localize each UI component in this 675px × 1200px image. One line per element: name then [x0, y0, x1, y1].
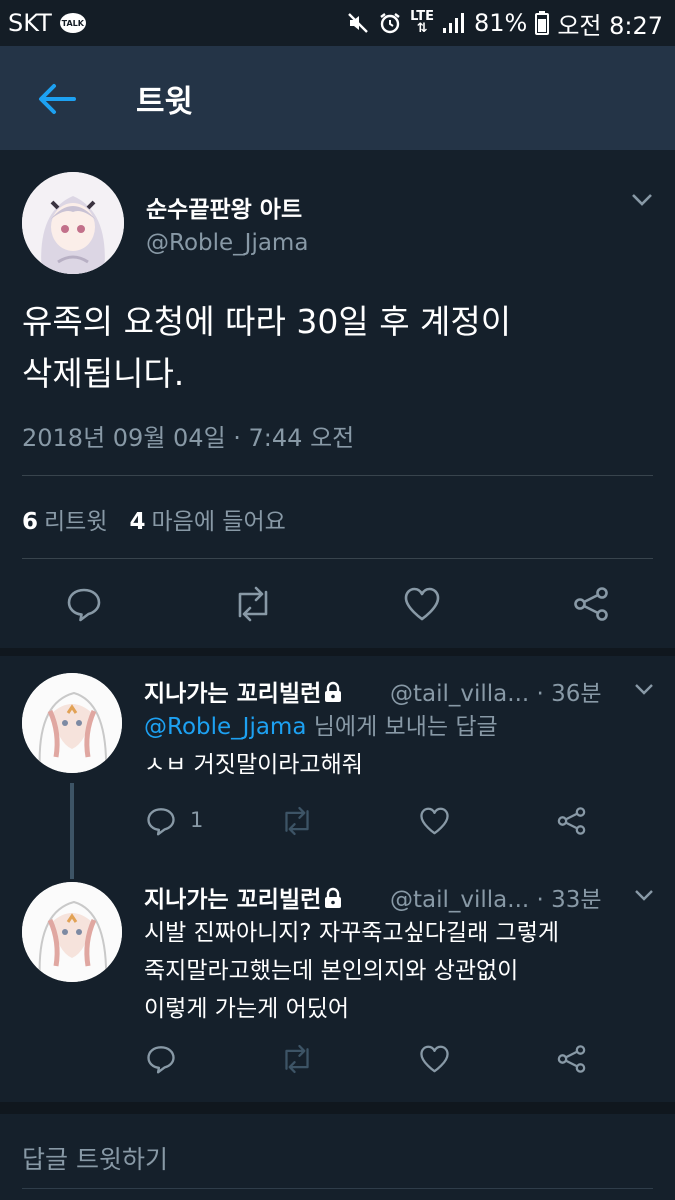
reply-body: ㅅㅂ 거짓말이라고해줘 — [144, 752, 363, 778]
avatar-illustration — [22, 882, 122, 982]
retweet-icon-disabled — [280, 1044, 314, 1074]
top-app-bar: 트윗 — [0, 46, 675, 150]
retweet-stat[interactable]: 6 리트윗 — [22, 502, 108, 536]
like-heart-icon[interactable] — [419, 1044, 450, 1074]
reply-icon[interactable] — [66, 586, 102, 622]
section-separator — [0, 648, 675, 656]
status-bar: SKT TALK LTE ⇅ 81% 오전 8:27 — [0, 0, 675, 46]
page-title: 트윗 — [136, 84, 194, 120]
reply-author-name[interactable]: 지나가는 꼬리빌런 — [144, 880, 347, 914]
share-icon[interactable] — [556, 806, 587, 836]
chevron-down-icon[interactable] — [633, 888, 655, 903]
replying-to-line: @Roble_Jjama 님에게 보내는 답글 — [144, 710, 644, 744]
lock-icon — [323, 681, 343, 703]
share-icon[interactable] — [572, 586, 610, 622]
battery-percent: 81% — [473, 9, 528, 37]
reply-time: · 33분 — [536, 887, 602, 913]
carrier-label: SKT — [8, 9, 52, 37]
reply-avatar[interactable] — [22, 673, 122, 773]
reply-author-name[interactable]: 지나가는 꼬리빌런 — [144, 674, 347, 708]
like-heart-icon[interactable] — [419, 806, 450, 836]
avatar-illustration — [22, 673, 122, 773]
reply-icon[interactable] — [146, 1044, 176, 1074]
talk-badge-label: TALK — [61, 18, 84, 28]
tweet-body: 유족의 요청에 따라 30일 후 계정이 삭제됩니다. — [22, 296, 642, 400]
like-heart-icon[interactable] — [403, 586, 441, 622]
mute-icon — [346, 11, 370, 35]
thread-connector — [70, 783, 74, 879]
kakaotalk-icon: TALK — [59, 13, 86, 33]
reply-text-line: 죽지말라고했는데 본인의지와 상관없이 — [144, 958, 519, 984]
section-separator — [0, 1102, 675, 1114]
retweet-icon-disabled — [280, 806, 314, 836]
divider — [22, 475, 653, 476]
author-handle[interactable]: @Roble_Jjama — [146, 230, 308, 256]
engagement-stats: 6 리트윗 4 마음에 들어요 — [22, 502, 286, 536]
reply-body: 시발 진짜아니지? 자꾸죽고싶다길래 그렇게 죽지말라고했는데 본인의지와 상관… — [144, 914, 659, 1028]
alarm-icon — [378, 11, 402, 35]
network-label: LTE — [410, 9, 434, 24]
replying-to-suffix: 님에게 보내는 답글 — [306, 714, 498, 740]
reply-text-line: 이렇게 가는게 어딨어 — [144, 996, 350, 1022]
divider — [22, 558, 653, 559]
mention-link[interactable]: @Roble_Jjama — [144, 714, 306, 740]
reply-handle[interactable]: @tail_villa... — [390, 887, 529, 913]
reply-display-name: 지나가는 꼬리빌런 — [144, 887, 322, 913]
chevron-down-icon[interactable] — [633, 682, 655, 697]
reply-count: 1 — [190, 808, 204, 832]
share-icon[interactable] — [556, 1044, 587, 1074]
reply-display-name: 지나가는 꼬리빌런 — [144, 681, 322, 707]
author-display-name[interactable]: 순수끝판왕 아트 — [146, 190, 302, 224]
reply-text-line: 시발 진짜아니지? 자꾸죽고싶다길래 그렇게 — [144, 920, 560, 946]
retweet-stat-label: 리트윗 — [44, 509, 108, 535]
retweet-icon[interactable] — [232, 586, 274, 622]
reply-compose-input[interactable]: 답글 트윗하기 — [22, 1140, 168, 1176]
reply-avatar[interactable] — [22, 882, 122, 982]
reply-icon[interactable] — [146, 806, 176, 836]
reply-meta: @tail_villa... · 33분 — [390, 880, 602, 914]
avatar[interactable] — [22, 172, 124, 274]
tweet-timestamp: 2018년 09월 04일 · 7:44 오전 — [22, 424, 355, 452]
like-count: 4 — [129, 509, 146, 535]
reply-handle[interactable]: @tail_villa... — [390, 681, 529, 707]
tweet-text-line: 유족의 요청에 따라 30일 후 계정이 — [22, 302, 512, 341]
chevron-down-icon[interactable] — [630, 192, 654, 208]
back-arrow-icon[interactable] — [36, 82, 76, 116]
like-stat[interactable]: 4 마음에 들어요 — [130, 502, 286, 536]
like-stat-label: 마음에 들어요 — [151, 509, 286, 535]
clock: 오전 8:27 — [557, 11, 663, 40]
signal-icon — [442, 11, 466, 35]
retweet-count: 6 — [22, 509, 39, 535]
battery-icon — [535, 11, 550, 35]
lte-indicator: LTE ⇅ — [410, 9, 434, 36]
avatar-illustration — [22, 172, 124, 274]
compose-underline — [22, 1188, 653, 1189]
lock-icon — [323, 887, 343, 909]
tweet-text-line: 삭제됩니다. — [22, 354, 185, 393]
reply-meta: @tail_villa... · 36분 — [390, 674, 602, 708]
reply-time: · 36분 — [536, 681, 602, 707]
